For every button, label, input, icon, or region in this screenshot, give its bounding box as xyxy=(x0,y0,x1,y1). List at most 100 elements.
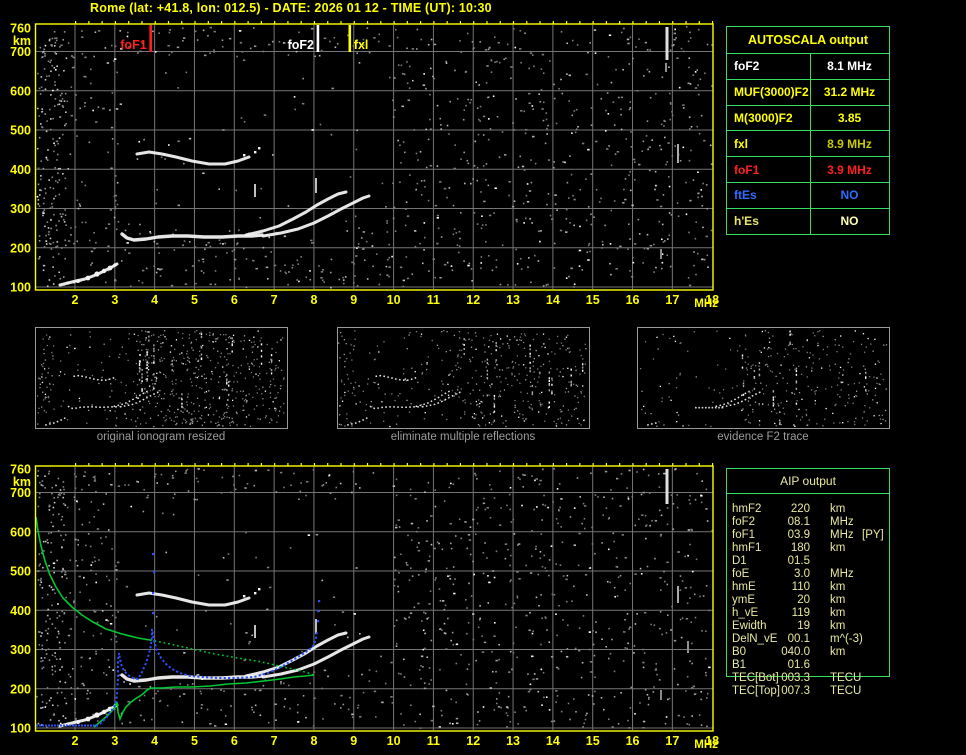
marker-label-fxl: fxl xyxy=(354,38,369,52)
aip-row: B1 01.6 xyxy=(726,659,946,672)
x-tick-label: 3 xyxy=(111,734,118,748)
x-tick-label: 16 xyxy=(626,734,640,748)
x-tick-label: 11 xyxy=(427,293,440,307)
aip-unit: km xyxy=(830,594,846,606)
x-axis-unit-label: MHz xyxy=(694,298,718,310)
autoscala-param: h'Es xyxy=(734,214,759,229)
thumbnail-caption-1: original ionogram resized xyxy=(96,431,226,443)
aip-unit: km xyxy=(830,503,846,515)
autoscala-value: 31.2 MHz xyxy=(823,85,876,100)
aip-row: DelN_vE 00.1 m^(-3) xyxy=(726,633,946,646)
aip-value: 3.0 xyxy=(794,568,810,580)
aip-param: ymE xyxy=(732,594,755,606)
aip-row: hmF1 180 km xyxy=(726,542,946,555)
aip-value: 003.3 xyxy=(781,672,810,684)
page-title: Rome (lat: +41.8, lon: 012.5) - DATE: 20… xyxy=(90,1,492,15)
y-tick-label: 100 xyxy=(10,722,31,736)
autoscala-value: NO xyxy=(840,188,859,203)
y-tick-label: 500 xyxy=(10,124,31,138)
x-tick-label: 8 xyxy=(310,734,317,748)
aip-unit: MHz xyxy=(830,516,854,528)
autoscala-table-rows: foF2 8.1 MHz MUF(3000)F2 31.2 MHz M(3000)F2 3… xyxy=(727,53,889,234)
autoscala-output-table: AUTOSCALA output foF2 8.1 MHz MUF(3000)F2 3… xyxy=(726,26,890,235)
plot-frame xyxy=(34,21,714,291)
aip-value: 08.1 xyxy=(787,516,810,528)
x-tick-label: 11 xyxy=(427,734,440,748)
x-tick-label: 5 xyxy=(191,734,198,748)
aip-output-rows: hmF2 220 km foF2 08.1 MHz foF1 03.9 MHz [PY] hmF1 1… xyxy=(726,503,946,698)
aip-param: h_vE xyxy=(732,607,759,619)
x-tick-label: 15 xyxy=(586,734,600,748)
x-tick-label: 12 xyxy=(466,734,480,748)
aip-unit: km xyxy=(830,542,846,554)
autoscala-row: foF2 8.1 MHz xyxy=(727,53,889,79)
x-tick-label: 12 xyxy=(466,293,480,307)
aip-value: 007.3 xyxy=(781,685,810,697)
aip-unit: MHz xyxy=(830,529,854,541)
autoscala-param: foF1 xyxy=(734,162,760,177)
aip-value: 040.0 xyxy=(781,646,810,658)
aip-param: hmF2 xyxy=(732,503,762,515)
aip-unit: m^(-3) xyxy=(830,633,863,645)
aip-unit: km xyxy=(830,620,846,632)
thumbnail-caption-2: eliminate multiple reflections xyxy=(390,431,536,443)
aip-row: foF1 03.9 MHz [PY] xyxy=(726,529,946,542)
marker-label-foF1: foF1 xyxy=(120,38,146,52)
x-tick-label: 4 xyxy=(151,293,158,307)
autoscala-value: NO xyxy=(840,214,859,229)
aip-row: h_vE 119 km xyxy=(726,607,946,620)
x-tick-label: 4 xyxy=(151,734,158,748)
y-tick-label: 300 xyxy=(10,202,31,216)
aip-unit: MHz xyxy=(830,568,854,580)
aip-unit: km xyxy=(830,646,846,658)
aip-value: 01.6 xyxy=(787,659,810,671)
autoscala-row: M(3000)F2 3.85 xyxy=(727,104,889,131)
autoscala-row: h'Es NO xyxy=(727,207,889,234)
x-tick-label: 15 xyxy=(586,293,600,307)
autoscala-column-divider xyxy=(810,53,811,234)
autoscala-param: foF2 xyxy=(734,59,760,74)
aip-box-title: AIP output xyxy=(727,469,889,494)
x-tick-label: 6 xyxy=(231,293,238,307)
aip-param: hmF1 xyxy=(732,542,762,554)
x-tick-label: 9 xyxy=(350,293,357,307)
autoscala-value: 8.1 MHz xyxy=(827,59,872,74)
aip-value: 01.5 xyxy=(787,555,810,567)
top-ionogram-plot: 2 3 4 5 6 7 8 9 10 11 12 13 14 15 16 17 18MHz76070060050… xyxy=(10,21,719,310)
autoscala-param: M(3000)F2 xyxy=(734,110,793,125)
x-tick-label: 7 xyxy=(271,734,278,748)
axis-labels: 2 3 4 5 6 7 8 9 10 11 12 13 14 15 16 17 18MHz76070060050… xyxy=(10,463,719,751)
aip-unit: km xyxy=(830,607,846,619)
aip-row: hmF2 220 km xyxy=(726,503,946,516)
aip-unit: km xyxy=(830,581,846,593)
aip-row: TEC[Bot] 003.3 TECU xyxy=(726,672,946,685)
x-tick-label: 9 xyxy=(350,734,357,748)
aip-param: Ewidth xyxy=(732,620,767,632)
aip-value: 00.1 xyxy=(787,633,810,645)
aip-param: B1 xyxy=(732,659,747,671)
y-tick-label: 200 xyxy=(10,241,31,255)
aip-row: hmE 110 km xyxy=(726,581,946,594)
echo-traces xyxy=(58,147,371,287)
x-tick-label: 8 xyxy=(310,293,317,307)
autoscala-param: MUF(3000)F2 xyxy=(734,85,809,100)
y-tick-label: 600 xyxy=(10,525,31,539)
x-tick-label: 14 xyxy=(546,293,560,307)
x-tick-label: 2 xyxy=(72,734,79,748)
x-tick-label: 17 xyxy=(665,293,679,307)
aip-value: 03.9 xyxy=(787,529,810,541)
aip-row: Ewidth 19 km xyxy=(726,620,946,633)
autoscala-row: foF1 3.9 MHz xyxy=(727,156,889,182)
x-tick-label: 13 xyxy=(506,293,520,307)
y-tick-label: 200 xyxy=(10,682,31,696)
x-tick-label: 2 xyxy=(72,293,79,307)
y-axis-unit-label: km xyxy=(13,34,31,48)
y-tick-label: 400 xyxy=(10,163,31,177)
gridlines xyxy=(36,25,713,289)
aip-extra: [PY] xyxy=(862,529,884,541)
aip-param: B0 xyxy=(732,646,747,658)
aip-value: 110 xyxy=(791,581,810,593)
y-tick-label: 100 xyxy=(10,281,31,295)
marker-label-foF2: foF2 xyxy=(288,38,314,52)
noise-layer xyxy=(36,26,714,289)
